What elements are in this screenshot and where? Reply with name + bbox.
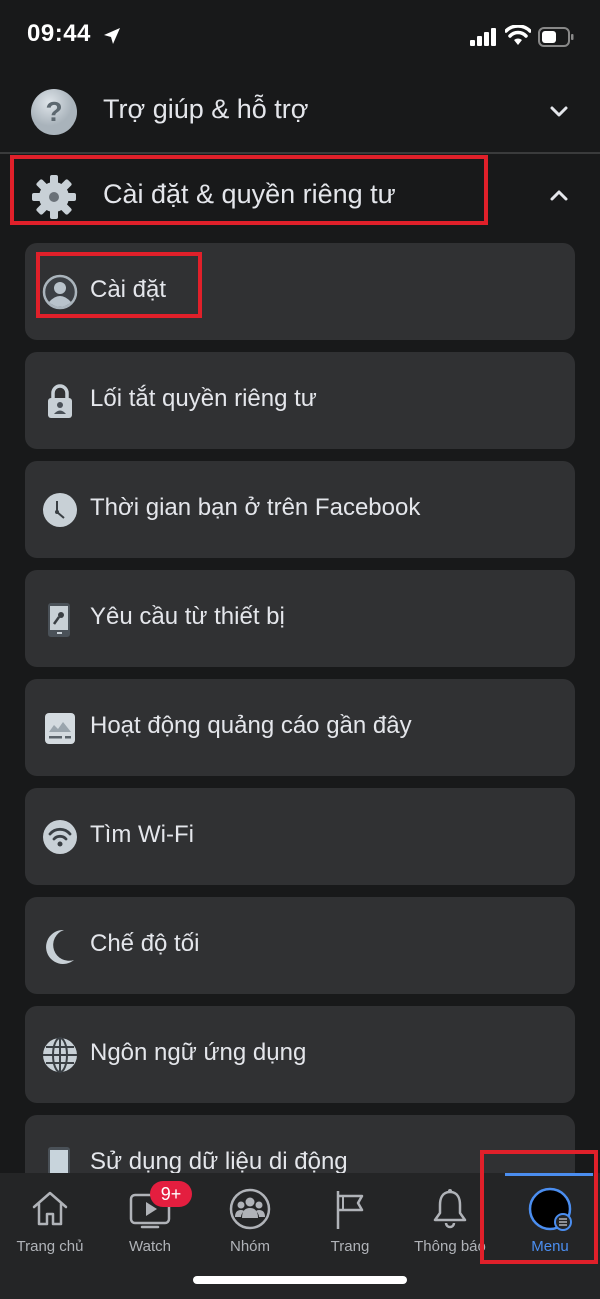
section-label: Trợ giúp & hỗ trợ (103, 94, 309, 124)
status-bar: 09:44 (0, 0, 600, 72)
menu-item-label: Cài đặt (90, 276, 167, 303)
menu-item-label: Hoạt động quảng cáo gần đây (90, 712, 412, 739)
user-circle-icon (42, 274, 78, 310)
menu-item-label: Thời gian bạn ở trên Facebook (90, 494, 421, 521)
menu-item-label: Sử dụng dữ liệu di động (90, 1148, 348, 1175)
menu-item-settings[interactable]: Cài đặt (25, 243, 575, 340)
menu-item-find-wifi[interactable]: Tìm Wi-Fi (25, 788, 575, 885)
tab-label: Trang (330, 1238, 370, 1255)
tab-label: Nhóm (229, 1238, 270, 1255)
wifi-circle-icon (43, 820, 77, 854)
tab-menu[interactable]: Menu (500, 1173, 600, 1263)
status-time: 09:44 (27, 20, 91, 47)
flag-icon (336, 1191, 364, 1229)
menu-item-dark-mode[interactable]: Chế độ tối (25, 897, 575, 994)
home-indicator[interactable] (193, 1276, 407, 1284)
section-help-support[interactable]: ? Trợ giúp & hỗ trợ (0, 68, 600, 154)
moon-icon (46, 929, 74, 964)
menu-item-privacy-shortcuts[interactable]: Lối tắt quyền riêng tư (25, 352, 575, 449)
svg-text:?: ? (45, 96, 62, 127)
clock-icon (43, 493, 77, 527)
groups-icon (229, 1188, 271, 1230)
tab-label: Thông báo (414, 1238, 486, 1255)
phone-key-icon (48, 603, 70, 637)
menu-item-app-language[interactable]: Ngôn ngữ ứng dụng (25, 1006, 575, 1103)
cellular-signal-icon (470, 28, 496, 46)
chevron-up-icon[interactable] (548, 185, 570, 207)
wifi-icon (505, 25, 531, 45)
menu-item-label: Ngôn ngữ ứng dụng (90, 1039, 307, 1066)
location-arrow-icon (104, 28, 120, 44)
avatar-menu-icon (528, 1187, 572, 1231)
lock-icon (48, 384, 72, 418)
tab-label: Menu (531, 1238, 569, 1255)
tab-label: Watch (129, 1238, 171, 1255)
menu-item-recent-ad-activity[interactable]: Hoạt động quảng cáo gần đây (25, 679, 575, 776)
menu-item-time-on-facebook[interactable]: Thời gian bạn ở trên Facebook (25, 461, 575, 558)
home-icon (32, 1191, 68, 1226)
battery-icon (538, 27, 574, 47)
tab-label: Trang chủ (16, 1238, 84, 1255)
watch-notification-badge: 9+ (150, 1181, 192, 1207)
tab-pages[interactable]: Trang (300, 1173, 400, 1263)
ad-image-icon (45, 713, 75, 744)
menu-item-label: Yêu cầu từ thiết bị (90, 603, 285, 630)
menu-item-device-requests[interactable]: Yêu cầu từ thiết bị (25, 570, 575, 667)
gear-icon (32, 175, 76, 219)
menu-item-label: Tìm Wi-Fi (90, 821, 194, 848)
tab-home[interactable]: Trang chủ (0, 1173, 100, 1263)
bell-icon (433, 1189, 467, 1229)
section-label: Cài đặt & quyền riêng tư (103, 179, 396, 209)
section-settings-privacy[interactable]: Cài đặt & quyền riêng tư (0, 153, 600, 239)
chevron-down-icon[interactable] (548, 100, 570, 122)
question-circle-icon: ? (31, 89, 77, 135)
menu-item-label: Lối tắt quyền riêng tư (90, 385, 317, 412)
tab-notifications[interactable]: Thông báo (400, 1173, 500, 1263)
globe-icon (43, 1037, 77, 1073)
tab-groups[interactable]: Nhóm (200, 1173, 300, 1263)
menu-item-label: Chế độ tối (90, 930, 200, 957)
